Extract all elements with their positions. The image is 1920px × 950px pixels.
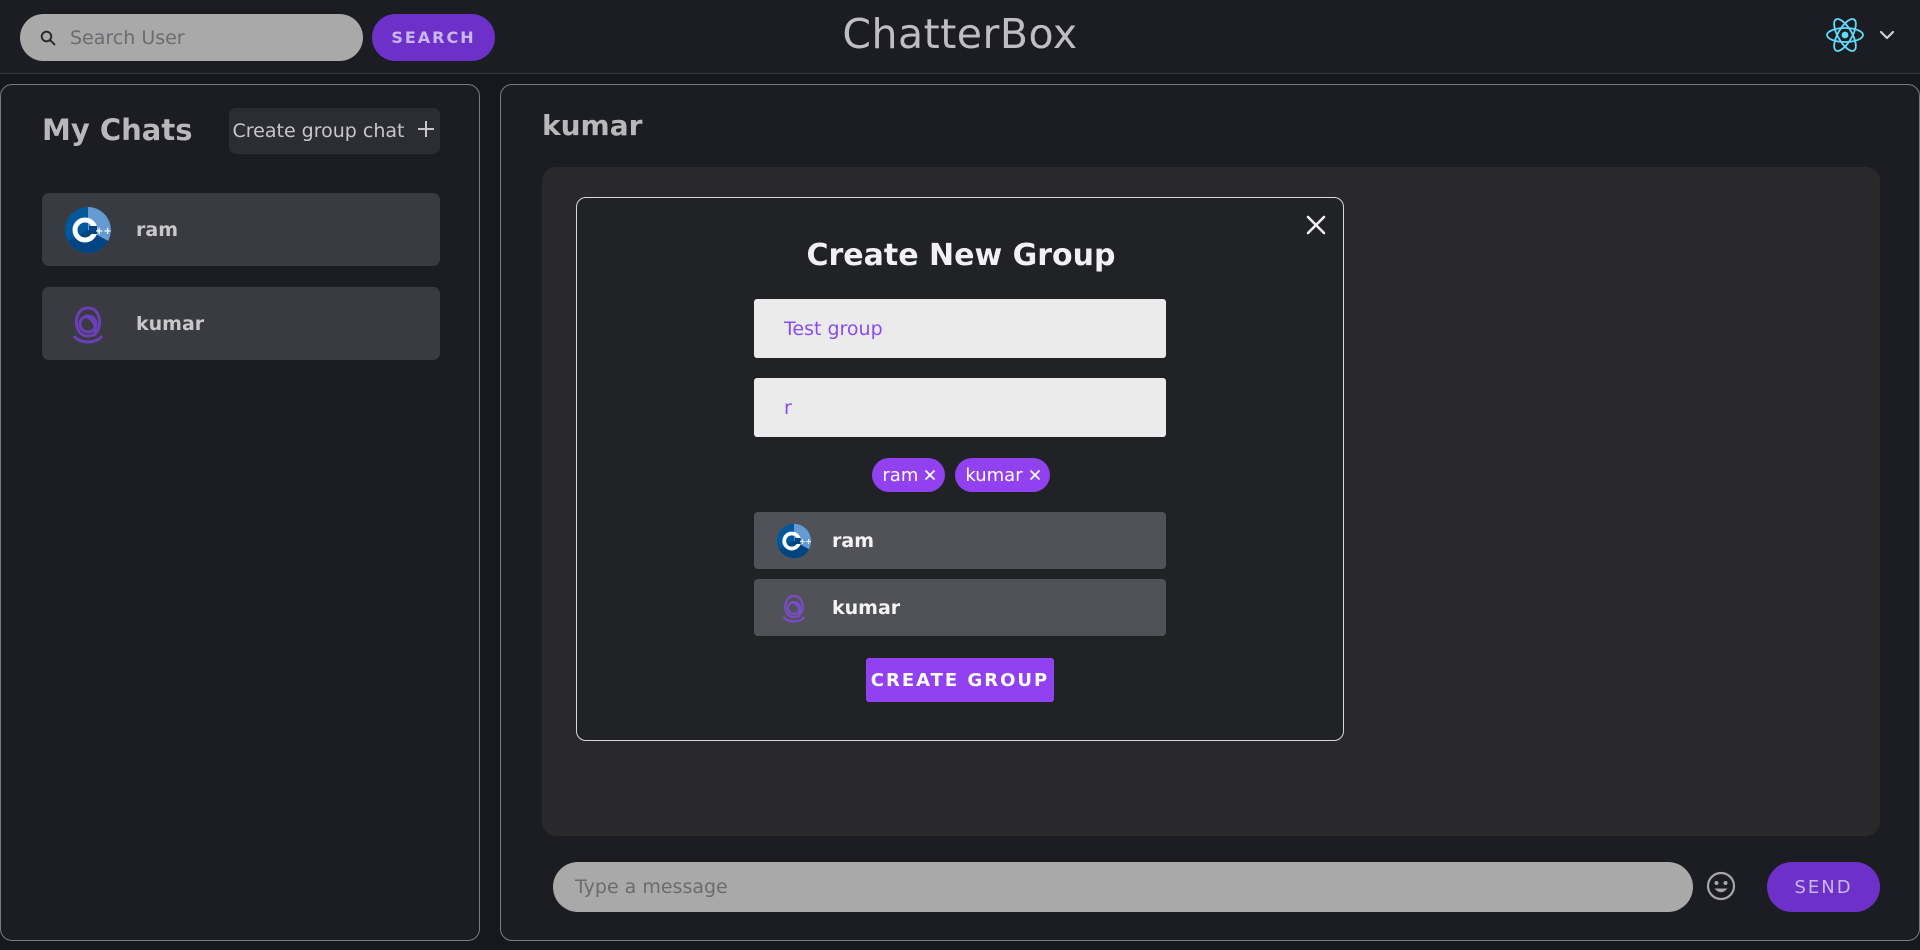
svg-text:++: ++ (95, 226, 112, 237)
redux-logo-icon (64, 300, 112, 348)
search-user-input[interactable] (70, 26, 330, 49)
react-logo-icon (1824, 14, 1866, 60)
user-name: ram (832, 529, 874, 552)
group-name-input[interactable] (754, 299, 1166, 358)
search-icon (36, 26, 60, 50)
send-button[interactable]: SEND (1767, 862, 1880, 912)
user-result-item[interactable]: ++ ram (754, 512, 1166, 569)
create-group-button[interactable]: CREATE GROUP (866, 658, 1054, 702)
redux-logo-icon (776, 590, 812, 626)
chip-label: ram (882, 464, 919, 486)
create-group-modal: Create New Group ram kumar ++ (576, 197, 1344, 741)
create-group-chat-button[interactable]: Create group chat (229, 108, 440, 154)
chat-title: kumar (542, 109, 643, 142)
user-chip[interactable]: kumar (955, 458, 1050, 492)
close-icon[interactable] (924, 465, 936, 486)
user-chip[interactable]: ram (872, 458, 946, 492)
chat-list-item[interactable]: kumar (42, 287, 440, 360)
selected-users: ram kumar (577, 458, 1345, 492)
svg-text:++: ++ (799, 537, 812, 546)
chat-list-item[interactable]: ++ ram (42, 193, 440, 266)
profile-menu-button[interactable] (1824, 14, 1896, 60)
modal-title: Create New Group (806, 238, 1116, 273)
my-chats-title: My Chats (42, 113, 193, 147)
add-users-input[interactable] (754, 378, 1166, 437)
emoji-icon[interactable] (1704, 869, 1738, 903)
chip-label: kumar (965, 464, 1023, 486)
my-chats-panel: My Chats Create group chat ++ ram kumar (0, 84, 480, 941)
cpp-logo-icon: ++ (776, 523, 812, 559)
search-bar[interactable] (20, 14, 363, 61)
cpp-logo-icon: ++ (64, 206, 112, 254)
chevron-down-icon (1878, 26, 1896, 48)
message-input[interactable] (553, 862, 1693, 912)
chat-name: kumar (136, 312, 205, 335)
chat-name: ram (136, 218, 178, 241)
close-icon[interactable] (1029, 465, 1041, 486)
top-navbar: SEARCH ChatterBox (0, 0, 1920, 74)
user-result-item[interactable]: kumar (754, 579, 1166, 636)
user-name: kumar (832, 596, 901, 619)
create-group-label: Create group chat (232, 120, 405, 142)
plus-icon (416, 119, 436, 144)
search-button[interactable]: SEARCH (372, 14, 495, 61)
close-icon[interactable] (1301, 210, 1331, 240)
